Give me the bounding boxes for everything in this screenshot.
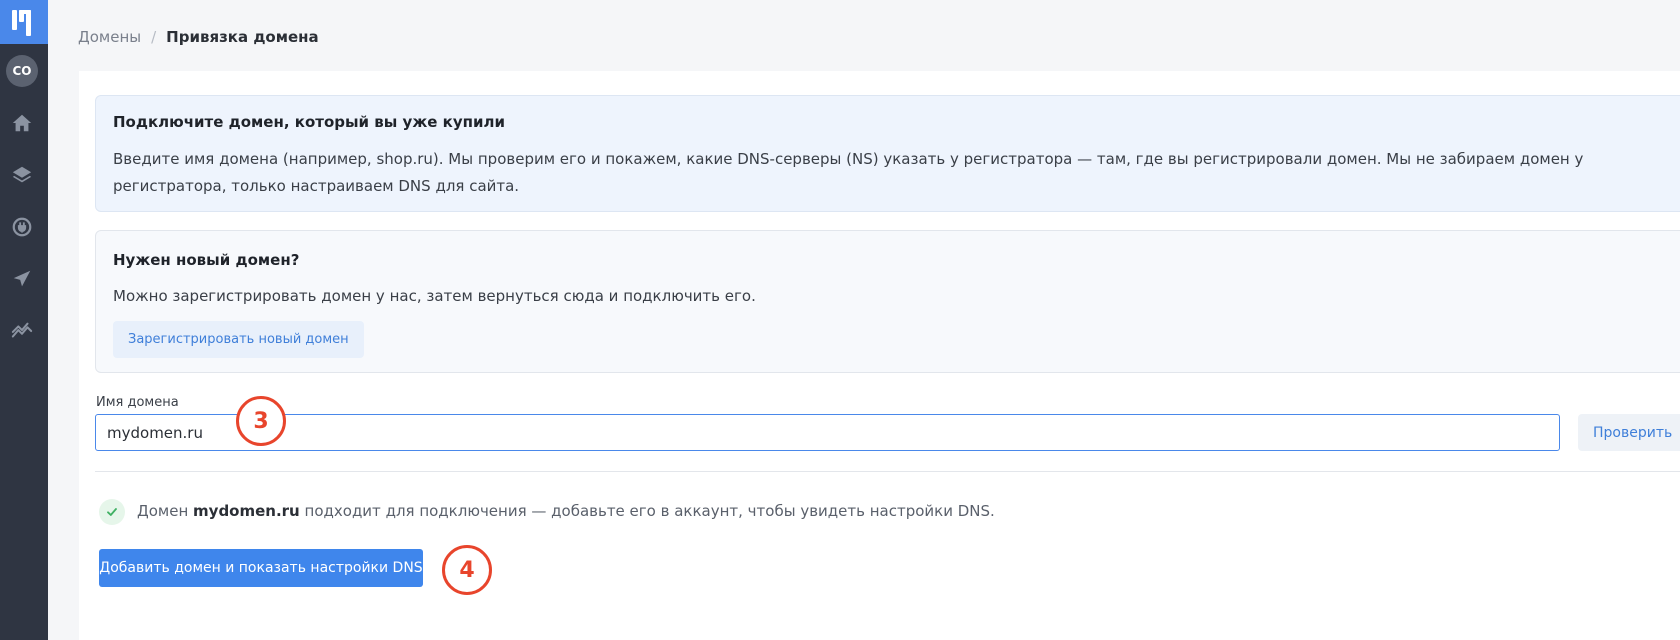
new-domain-text: Можно зарегистрировать домен у нас, зате… xyxy=(113,287,756,305)
domain-name-label: Имя домена xyxy=(96,395,179,410)
breadcrumb-domains-link[interactable]: Домены xyxy=(78,28,141,46)
avatar[interactable]: CO xyxy=(6,55,38,87)
info-text: Введите имя домена (например, shop.ru). … xyxy=(113,150,1584,195)
step-marker-4: 4 xyxy=(442,545,492,595)
layers-icon[interactable] xyxy=(10,163,34,187)
status-message: Домен mydomen.ru подходит для подключени… xyxy=(137,502,995,520)
status-prefix: Домен xyxy=(137,502,189,520)
breadcrumb: Домены / Привязка домена xyxy=(78,28,319,46)
new-domain-box: Нужен новый домен? Можно зарегистрироват… xyxy=(95,230,1680,373)
sidebar: CO xyxy=(0,0,48,640)
analytics-icon[interactable] xyxy=(10,319,34,343)
check-icon xyxy=(99,499,125,525)
status-suffix: подходит для подключения — добавьте его … xyxy=(304,502,995,520)
breadcrumb-current: Привязка домена xyxy=(166,28,319,46)
check-button[interactable]: Проверить xyxy=(1578,414,1680,451)
divider xyxy=(95,471,1680,472)
send-icon[interactable] xyxy=(10,267,34,291)
info-box: Подключите домен, который вы уже купили … xyxy=(95,95,1680,212)
app-logo[interactable] xyxy=(0,0,48,44)
add-domain-button[interactable]: Добавить домен и показать настройки DNS xyxy=(99,549,423,587)
info-title: Подключите домен, который вы уже купили xyxy=(113,113,505,131)
home-icon[interactable] xyxy=(10,111,34,135)
status-domain: mydomen.ru xyxy=(193,502,300,520)
breadcrumb-separator: / xyxy=(151,28,157,46)
new-domain-title: Нужен новый домен? xyxy=(113,251,300,269)
register-domain-button[interactable]: Зарегистрировать новый домен xyxy=(113,321,364,358)
step-marker-3: 3 xyxy=(236,396,286,446)
plug-icon[interactable] xyxy=(10,215,34,239)
domain-name-input[interactable] xyxy=(95,414,1560,451)
